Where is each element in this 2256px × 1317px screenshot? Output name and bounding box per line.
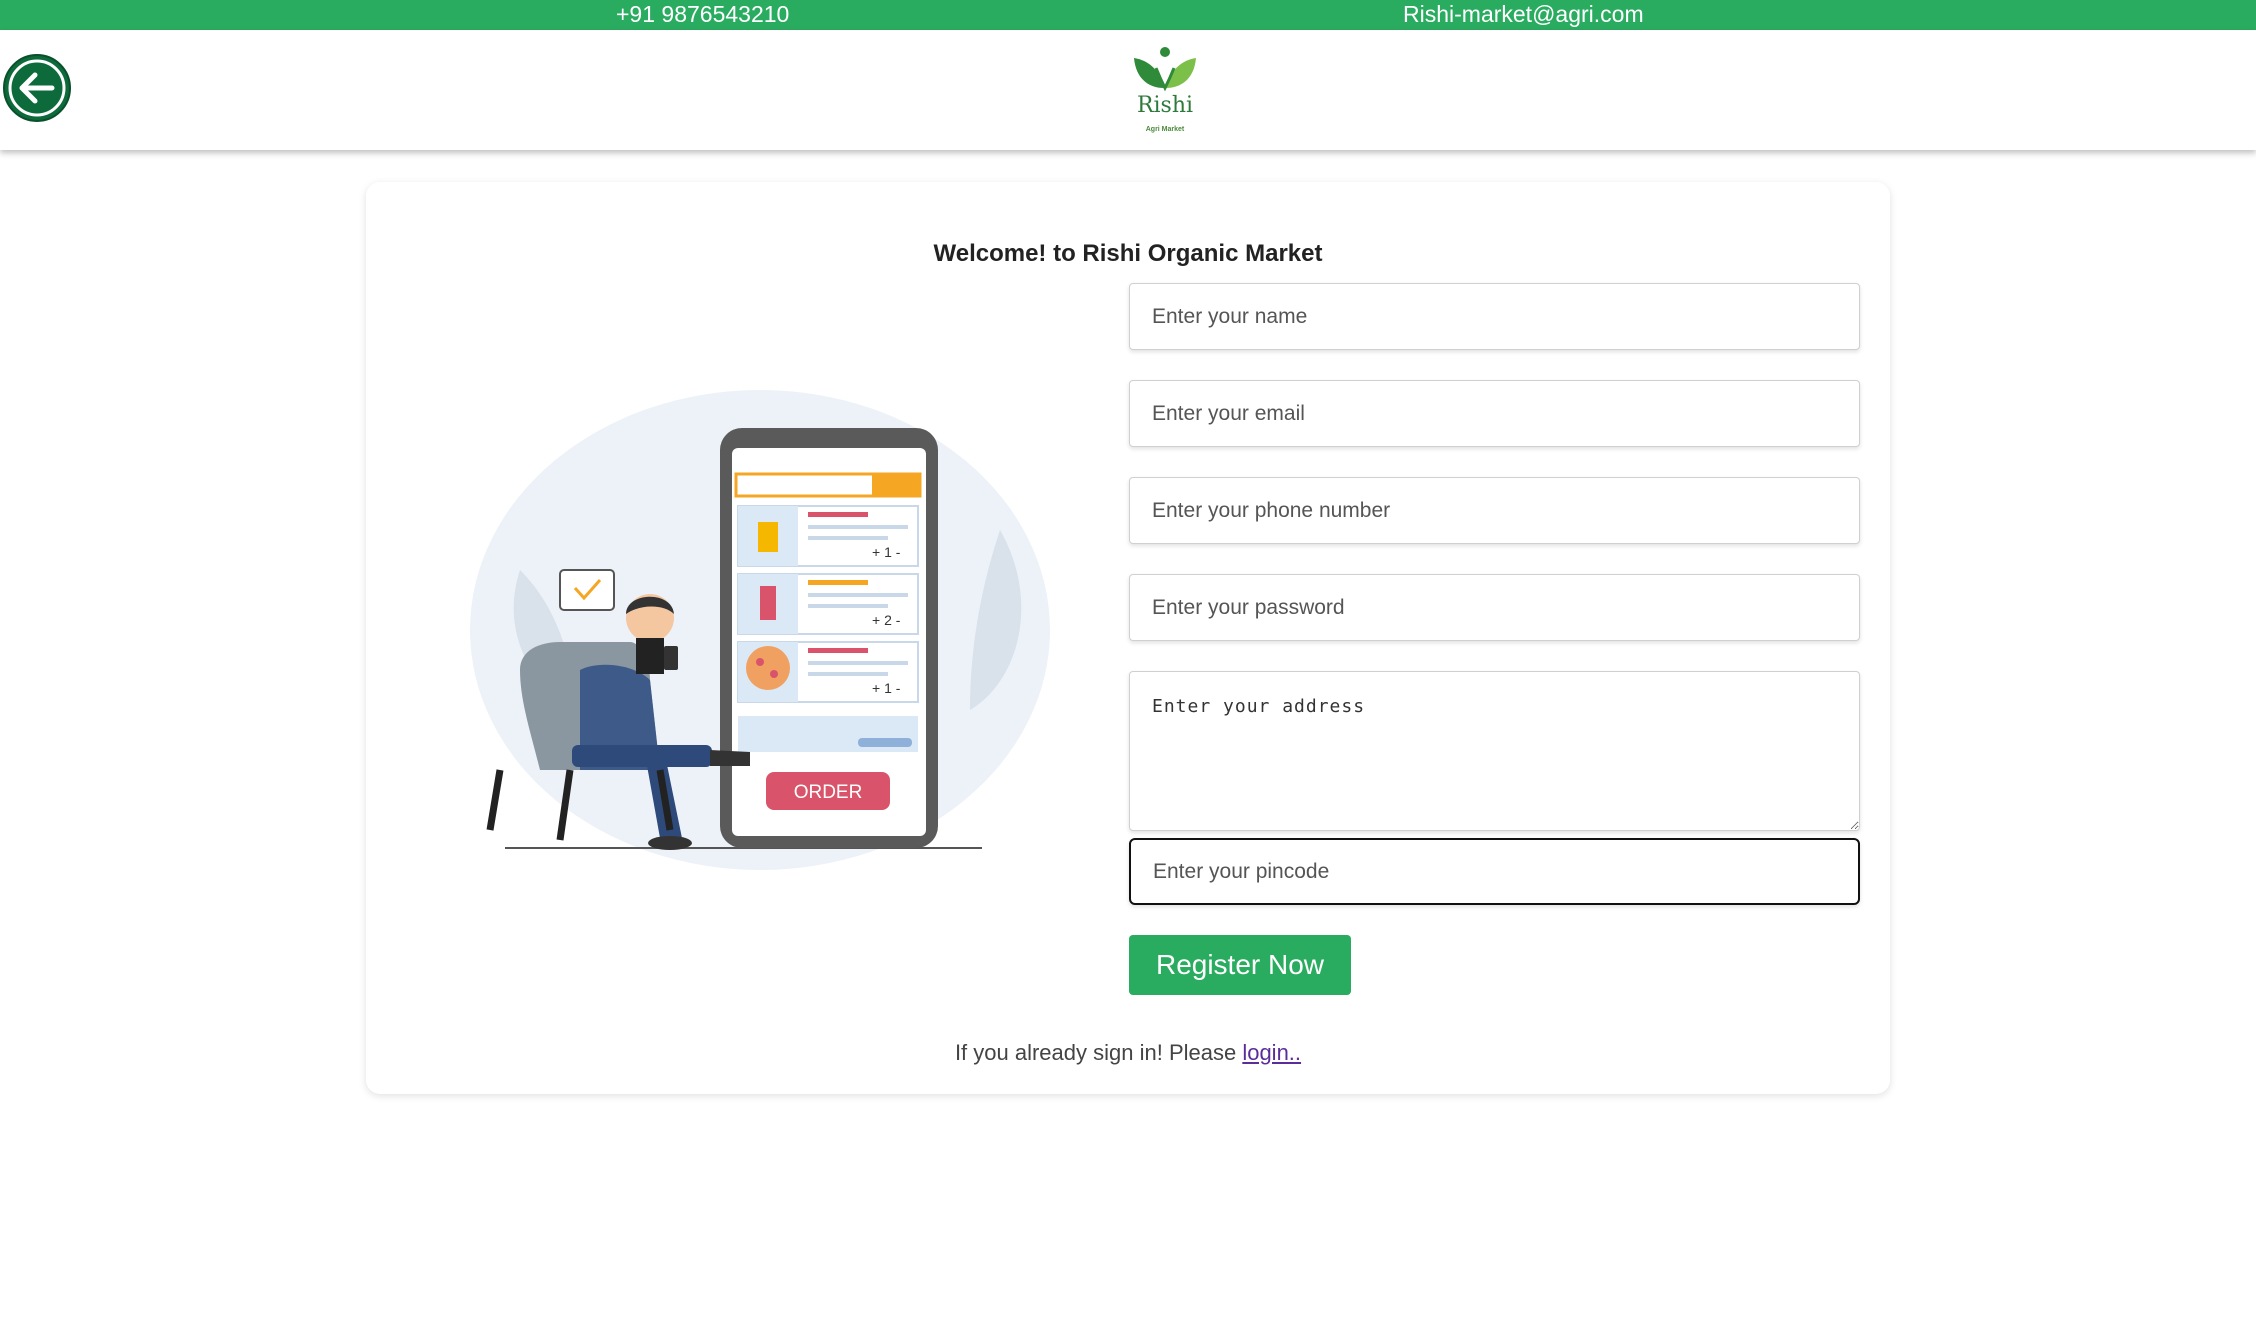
- name-input[interactable]: [1129, 283, 1860, 350]
- order-button-graphic: ORDER: [794, 782, 863, 803]
- shopping-illustration: + 1 - + 2 - + 1 - ORDER: [470, 390, 1050, 870]
- contact-phone: +91 9876543210: [616, 1, 790, 27]
- register-button[interactable]: Register Now: [1129, 935, 1351, 995]
- qty-stepper-2: + 2 -: [872, 612, 901, 628]
- email-input[interactable]: [1129, 380, 1860, 447]
- signin-text: If you already sign in! Please: [954, 1040, 1243, 1065]
- phone-input[interactable]: [1129, 477, 1860, 544]
- signin-prompt: If you already sign in! Please login..: [0, 1040, 2256, 1066]
- site-header: Rishi Agri Market: [0, 30, 2256, 150]
- login-link[interactable]: login..: [1242, 1040, 1301, 1065]
- arrow-left-icon: [8, 59, 66, 117]
- logo-name: Rishi: [1136, 93, 1194, 118]
- form-title: Welcome! to Rishi Organic Market: [933, 240, 1323, 267]
- back-button[interactable]: [3, 54, 71, 122]
- password-input[interactable]: [1129, 574, 1860, 641]
- logo-subtitle: Agri Market: [1145, 126, 1185, 133]
- contact-email: Rishi-market@agri.com: [1403, 1, 1644, 27]
- qty-stepper-3: + 1 -: [872, 680, 901, 696]
- qty-stepper-1: + 1 -: [872, 544, 901, 560]
- address-textarea[interactable]: [1129, 671, 1860, 831]
- leaf-logo-icon: [1134, 47, 1196, 92]
- pincode-input[interactable]: [1129, 838, 1860, 905]
- contact-bar: +91 9876543210 Rishi-market@agri.com: [0, 0, 2256, 30]
